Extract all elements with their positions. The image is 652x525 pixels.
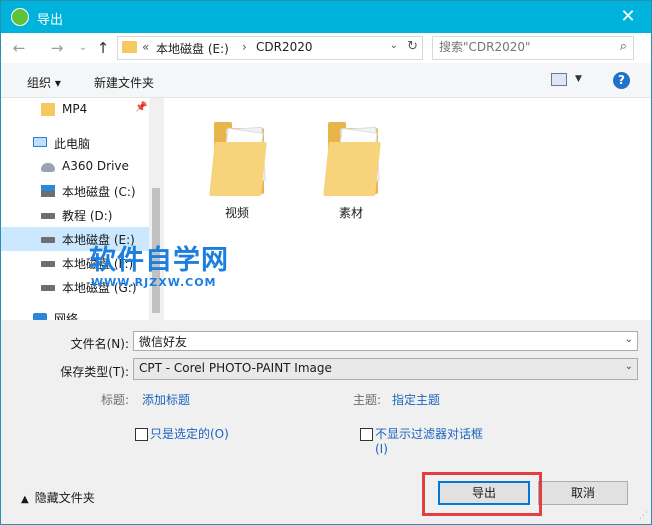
filename-combobox[interactable]: ⌄ <box>133 331 638 351</box>
computer-icon <box>33 137 47 147</box>
forward-arrow-icon[interactable]: → <box>47 38 67 58</box>
breadcrumb-separator-icon: › <box>242 40 247 54</box>
sidebar-item-this-pc[interactable]: 此电脑 <box>1 131 149 155</box>
sidebar-item-mp4[interactable]: MP4 📌 <box>1 98 149 122</box>
folder-icon <box>209 116 268 196</box>
sidebar-item-label: 网络 <box>54 312 79 320</box>
folder-name: 视频 <box>224 206 249 220</box>
watermark-url: WWW.RJZXW.COM <box>91 276 217 289</box>
view-options-dropdown-icon[interactable]: ▼ <box>575 74 582 84</box>
save-type-label: 保存类型(T): <box>60 365 129 379</box>
no-filter-dialog-label-shortcut[interactable]: (I) <box>375 442 388 456</box>
new-folder-button[interactable]: 新建文件夹 <box>94 74 154 91</box>
sidebar-item-label: A360 Drive <box>62 159 129 173</box>
breadcrumb-overflow[interactable]: « <box>142 40 149 54</box>
sidebar-item-label: MP4 <box>62 102 88 116</box>
breadcrumb-drive-e[interactable]: 本地磁盘 (E:) <box>156 40 229 57</box>
sidebar-item-label: 此电脑 <box>54 137 91 151</box>
refresh-icon[interactable]: ↻ <box>407 39 418 54</box>
save-type-value: CPT - Corel PHOTO-PAINT Image <box>139 361 332 375</box>
cancel-button[interactable]: 取消 <box>538 481 628 505</box>
sidebar-item-a360-drive[interactable]: A360 Drive <box>1 155 149 179</box>
resize-grip-icon[interactable]: ⋰ <box>639 511 648 521</box>
help-icon[interactable]: ? <box>613 72 630 89</box>
sidebar-item-drive-d[interactable]: 教程 (D:) <box>1 203 149 227</box>
watermark-title: 软件自学网 <box>89 245 229 276</box>
address-bar[interactable]: « 本地磁盘 (E:) › CDR2020 ⌄ ↻ <box>117 36 423 60</box>
back-arrow-icon[interactable]: ← <box>9 38 29 58</box>
filename-label: 文件名(N): <box>70 337 129 351</box>
file-list: 视频 素材 <box>164 98 651 320</box>
save-type-select[interactable]: CPT - Corel PHOTO-PAINT Image ⌄ <box>133 358 638 380</box>
windows-drive-icon <box>41 185 55 197</box>
drive-icon <box>41 261 55 267</box>
filename-dropdown-icon[interactable]: ⌄ <box>625 334 633 345</box>
export-dialog: 导出 ✕ ← → ⌄ ↑ « 本地磁盘 (E:) › CDR2020 ⌄ ↻ ⌕… <box>0 0 652 525</box>
hide-folders-label: 隐藏文件夹 <box>34 491 95 505</box>
folder-name: 素材 <box>338 206 363 220</box>
cloud-drive-icon <box>41 163 55 172</box>
recent-locations-chevron-icon[interactable]: ⌄ <box>73 38 93 58</box>
folder-item-materials[interactable]: 素材 <box>306 114 396 224</box>
add-title-link[interactable]: 添加标题 <box>142 391 190 408</box>
folder-icon <box>41 103 55 116</box>
sidebar-item-label: 本地磁盘 (C:) <box>62 185 136 199</box>
no-filter-dialog-checkbox[interactable] <box>360 428 373 441</box>
close-icon[interactable]: ✕ <box>605 1 651 33</box>
breadcrumb-cdr2020[interactable]: CDR2020 <box>256 40 313 54</box>
search-input[interactable] <box>439 40 604 54</box>
up-arrow-icon[interactable]: ↑ <box>93 38 113 58</box>
folder-icon <box>122 41 137 53</box>
folder-icon <box>323 116 382 196</box>
save-type-dropdown-icon[interactable]: ⌄ <box>625 361 633 372</box>
drive-icon <box>41 213 55 219</box>
change-view-icon[interactable] <box>551 73 567 86</box>
search-box[interactable]: ⌕ <box>432 36 634 60</box>
specify-subject-link[interactable]: 指定主题 <box>392 391 440 408</box>
address-dropdown-icon[interactable]: ⌄ <box>390 40 398 51</box>
drive-icon <box>41 237 55 243</box>
subject-label: 主题: <box>353 393 382 407</box>
sidebar-item-label: 教程 (D:) <box>62 209 113 223</box>
search-icon[interactable]: ⌕ <box>620 39 627 54</box>
network-icon <box>33 313 47 320</box>
selected-only-label[interactable]: 只是选定的(O) <box>150 425 229 442</box>
command-toolbar: 组织 ▾ 新建文件夹 ▼ ? <box>1 63 651 98</box>
sidebar-item-network[interactable]: 网络 <box>1 306 149 320</box>
no-filter-dialog-label[interactable]: 不显示过滤器对话框 <box>375 425 483 442</box>
folder-item-videos[interactable]: 视频 <box>192 114 282 224</box>
hide-folders-toggle[interactable]: ▲ 隐藏文件夹 <box>21 489 95 506</box>
title-bar: 导出 ✕ <box>1 1 651 33</box>
navigation-bar: ← → ⌄ ↑ « 本地磁盘 (E:) › CDR2020 ⌄ ↻ ⌕ <box>1 33 651 63</box>
organize-button[interactable]: 组织 ▾ <box>27 74 61 91</box>
dialog-title: 导出 <box>37 13 64 28</box>
save-options-panel: 文件名(N): ⌄ 保存类型(T): CPT - Corel PHOTO-PAI… <box>1 320 651 524</box>
title-label: 标题: <box>101 393 130 407</box>
pin-icon[interactable]: 📌 <box>135 102 147 113</box>
drive-icon <box>41 285 55 291</box>
watermark-overlay: 软件自学网 WWW.RJZXW.COM <box>89 245 229 290</box>
coreldraw-app-icon <box>11 8 29 26</box>
export-button-highlight-box <box>422 472 542 516</box>
chevron-up-icon: ▲ <box>21 494 29 505</box>
sidebar-item-drive-c[interactable]: 本地磁盘 (C:) <box>1 179 149 203</box>
selected-only-checkbox[interactable] <box>135 428 148 441</box>
filename-input[interactable] <box>139 334 599 348</box>
